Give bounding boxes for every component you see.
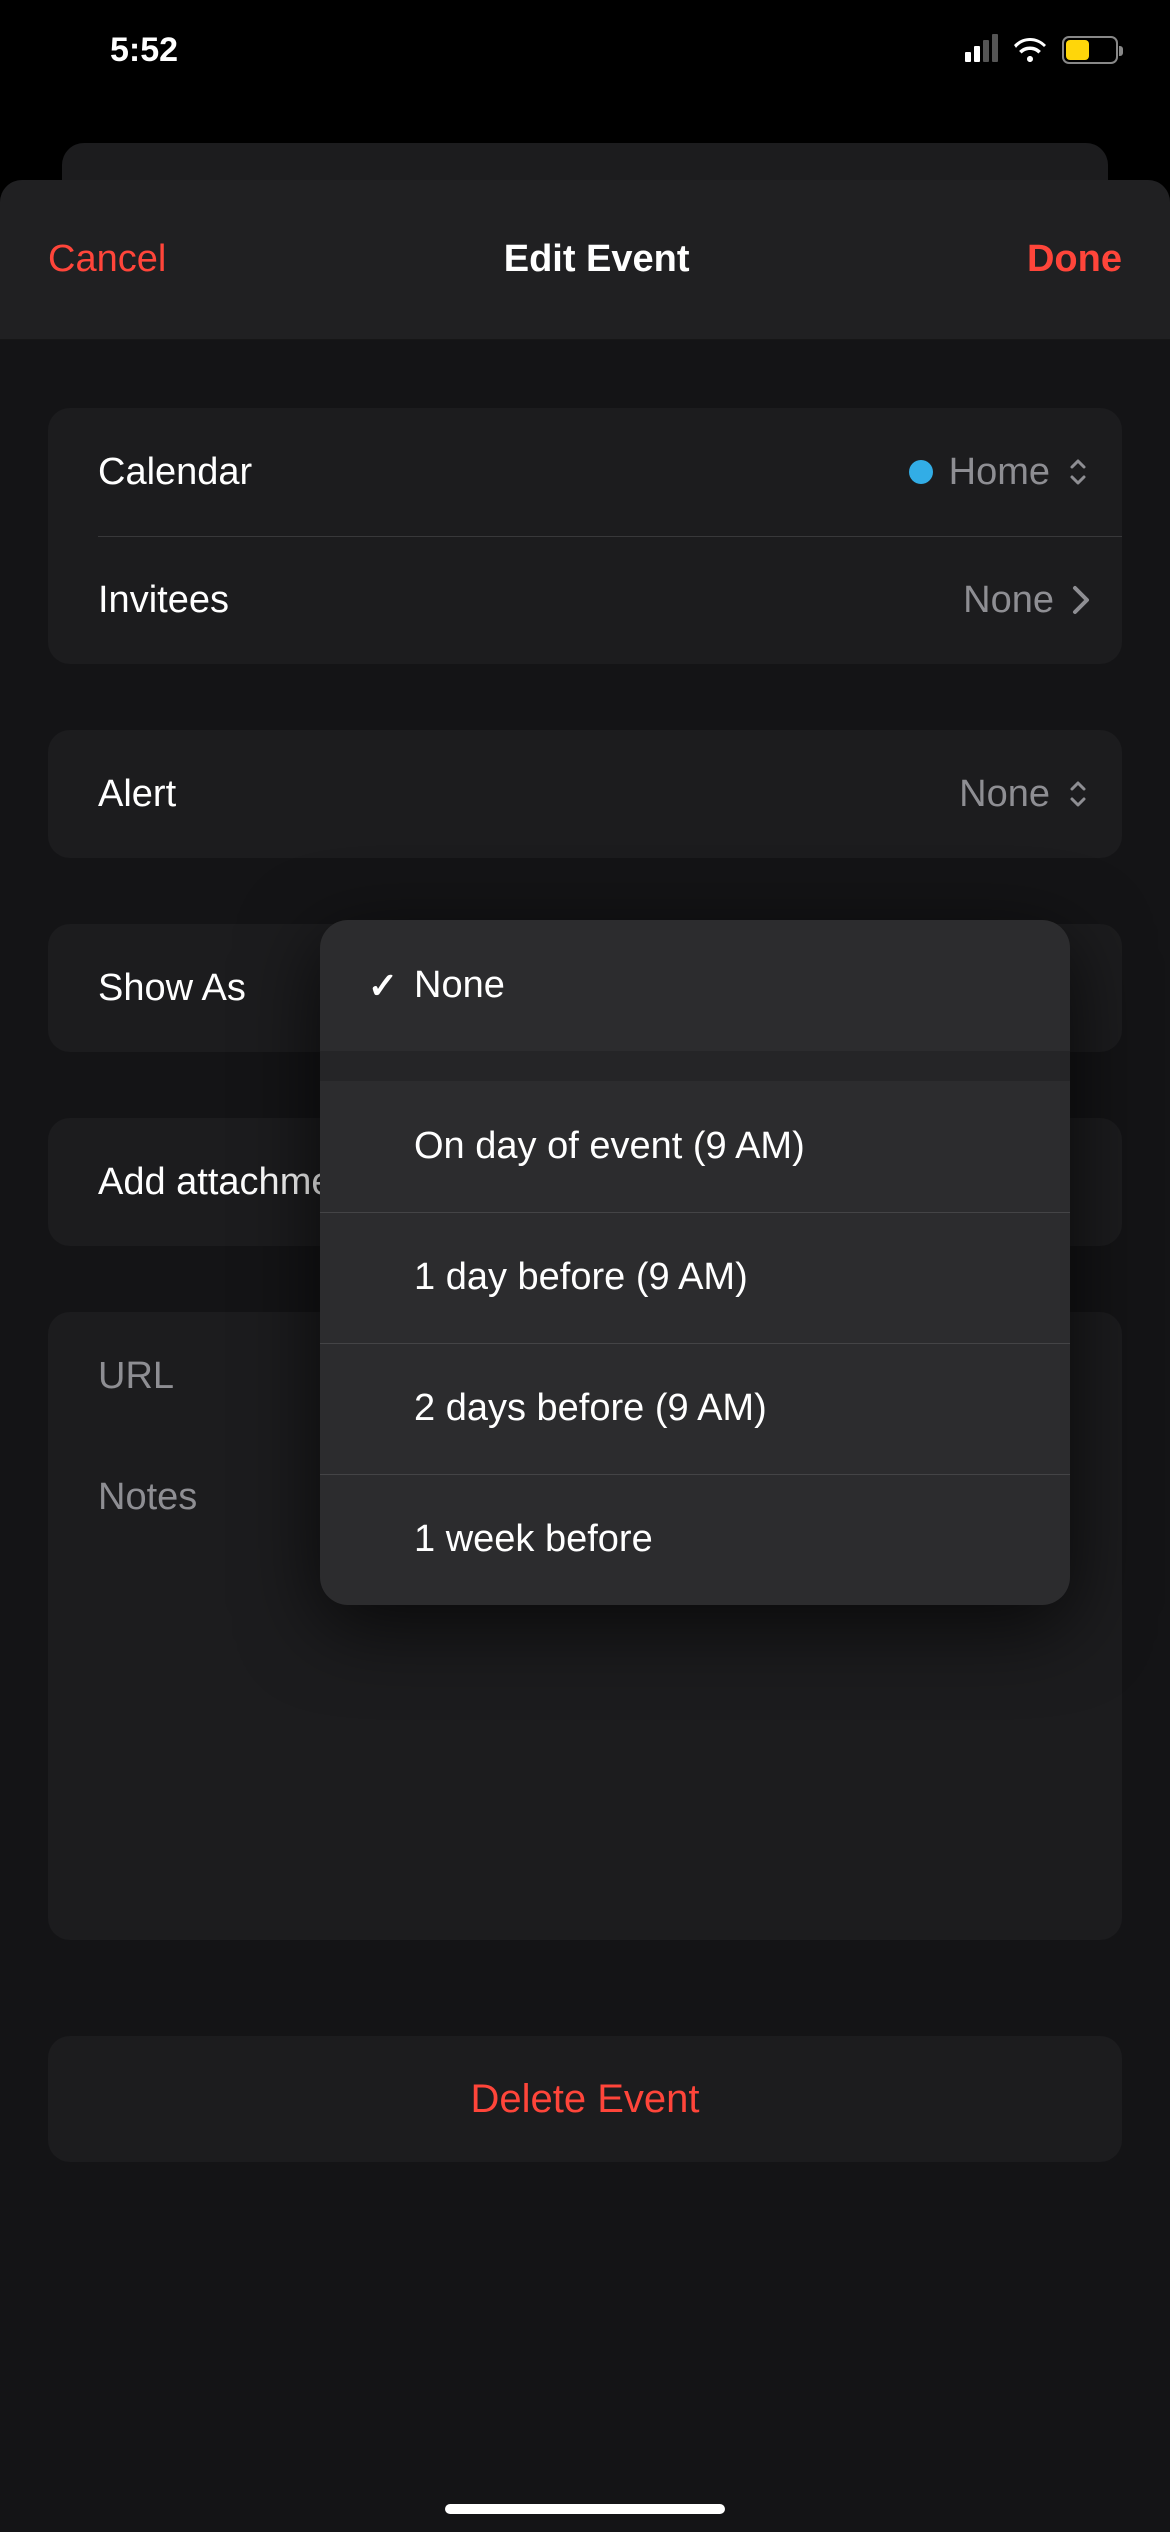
cellular-signal-icon bbox=[965, 38, 998, 62]
invitees-row[interactable]: Invitees None bbox=[48, 536, 1122, 664]
delete-event-label: Delete Event bbox=[470, 2077, 699, 2122]
popover-item-label: On day of event (9 AM) bbox=[414, 1125, 805, 1168]
alert-value: None bbox=[959, 773, 1050, 816]
edit-event-sheet: Cancel Edit Event Done Calendar Home Inv… bbox=[0, 180, 1170, 2532]
popover-item-none[interactable]: ✓ None bbox=[320, 920, 1070, 1051]
calendar-label: Calendar bbox=[98, 451, 252, 494]
show-as-label: Show As bbox=[98, 967, 246, 1010]
group-calendar-invitees: Calendar Home Invitees None bbox=[48, 408, 1122, 664]
done-button[interactable]: Done bbox=[1027, 238, 1122, 281]
popover-item-label: 1 day before (9 AM) bbox=[414, 1256, 748, 1299]
popover-item-1-week[interactable]: 1 week before bbox=[320, 1474, 1070, 1605]
alert-popover: ✓ None On day of event (9 AM) 1 day befo… bbox=[320, 920, 1070, 1605]
delete-event-button[interactable]: Delete Event bbox=[48, 2036, 1122, 2162]
alert-label: Alert bbox=[98, 773, 176, 816]
popover-item-label: 1 week before bbox=[414, 1518, 653, 1561]
checkmark-icon: ✓ bbox=[352, 965, 414, 1007]
popover-item-2-days[interactable]: 2 days before (9 AM) bbox=[320, 1343, 1070, 1474]
chevron-updown-icon bbox=[1066, 778, 1090, 810]
nav-bar: Cancel Edit Event Done bbox=[0, 180, 1170, 340]
sheet-title: Edit Event bbox=[504, 238, 690, 281]
chevron-right-icon bbox=[1070, 584, 1090, 616]
alert-row[interactable]: Alert None bbox=[48, 730, 1122, 858]
popover-item-label: 2 days before (9 AM) bbox=[414, 1387, 767, 1430]
chevron-updown-icon bbox=[1066, 456, 1090, 488]
invitees-label: Invitees bbox=[98, 579, 229, 622]
wifi-icon bbox=[1012, 37, 1048, 63]
group-alert: Alert None bbox=[48, 730, 1122, 858]
calendar-value: Home bbox=[949, 451, 1050, 494]
calendar-color-dot-icon bbox=[909, 460, 933, 484]
popover-item-label: None bbox=[414, 964, 505, 1007]
cancel-button[interactable]: Cancel bbox=[48, 238, 166, 281]
status-right bbox=[965, 36, 1118, 64]
calendar-row[interactable]: Calendar Home bbox=[48, 408, 1122, 536]
popover-item-1-day[interactable]: 1 day before (9 AM) bbox=[320, 1212, 1070, 1343]
home-indicator[interactable] bbox=[445, 2504, 725, 2514]
invitees-value-container: None bbox=[963, 579, 1090, 622]
invitees-value: None bbox=[963, 579, 1054, 622]
alert-value-container: None bbox=[959, 773, 1090, 816]
popover-item-day-of[interactable]: On day of event (9 AM) bbox=[320, 1081, 1070, 1212]
status-time: 5:52 bbox=[110, 31, 178, 70]
battery-icon bbox=[1062, 36, 1118, 64]
popover-separator bbox=[320, 1051, 1070, 1081]
calendar-value-container: Home bbox=[909, 451, 1090, 494]
status-bar: 5:52 bbox=[0, 0, 1170, 100]
